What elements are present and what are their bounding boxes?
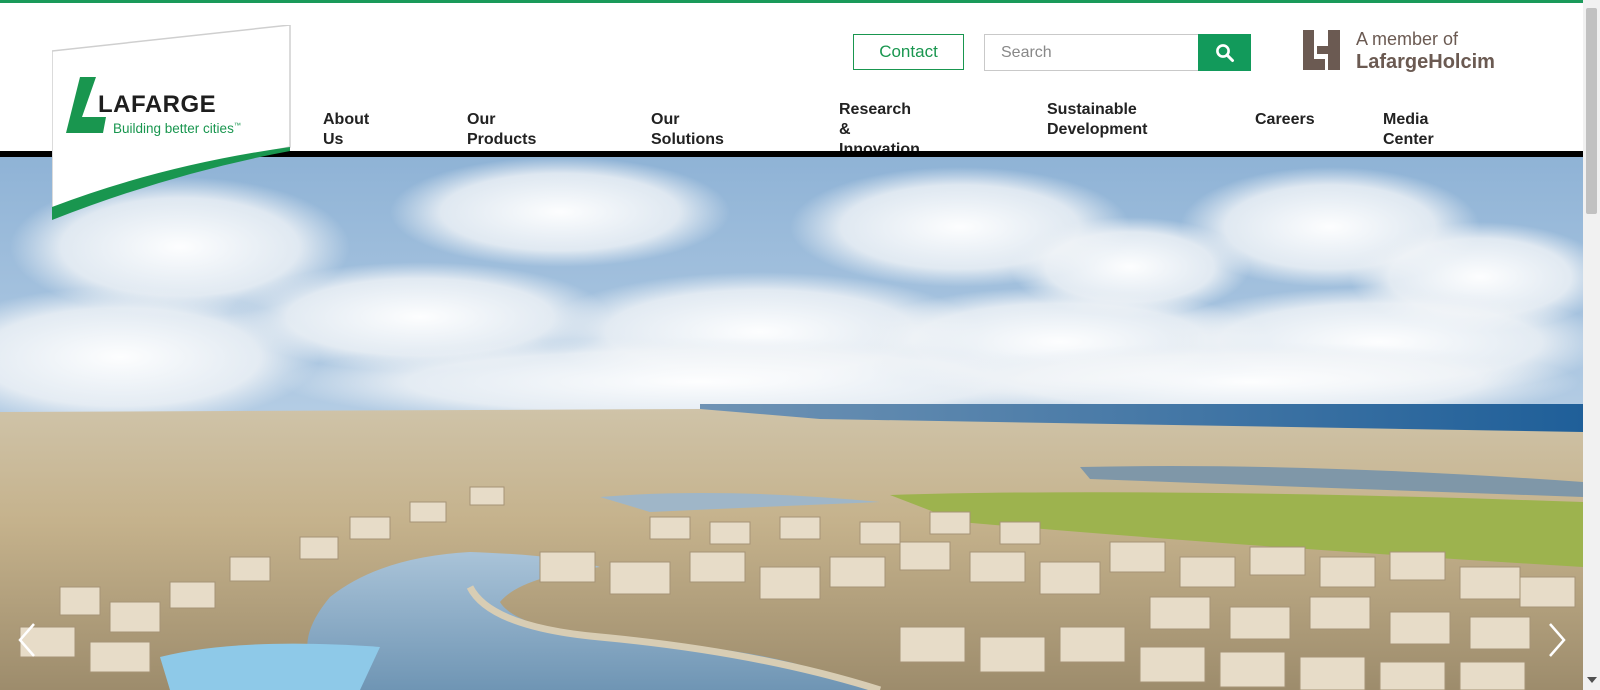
nav-our-solutions[interactable]: Our Solutions [651,110,724,150]
lafarge-logo[interactable]: LAFARGE Building better cities™ [52,25,292,222]
lafargeholcim-logo-icon [1303,30,1340,70]
hero-slider [0,157,1583,690]
chevron-right-icon [1549,623,1566,657]
slider-next-button[interactable] [1540,620,1574,660]
member-of-label: A member of [1356,29,1459,49]
logo-tagline: Building better cities™ [113,121,241,136]
nav-research-line1: Research & [839,101,912,138]
search-icon [1215,43,1234,62]
scroll-thumb[interactable] [1586,8,1597,214]
nav-sustainable-line1: Sustainable [1047,101,1137,118]
search-input[interactable] [984,34,1199,71]
nav-careers[interactable]: Careers [1255,110,1315,130]
nav-about-us[interactable]: About Us [323,110,369,150]
logo-tagline-text: Building better cities [113,121,234,136]
nav-our-products[interactable]: Our Products [467,110,536,150]
logo-wordmark: LAFARGE [98,91,217,118]
search-button[interactable] [1198,34,1251,71]
slider-prev-button[interactable] [10,620,44,660]
nav-sustainable-development[interactable]: Sustainable Development [1047,100,1147,140]
lafargeholcim-name: LafargeHolcim [1356,51,1495,73]
page-scrollbar[interactable] [1583,0,1600,690]
hero-image [0,157,1583,690]
contact-button[interactable]: Contact [853,34,964,70]
scroll-down-arrow-icon[interactable] [1587,677,1597,683]
chevron-left-icon [18,623,35,657]
nav-media-center[interactable]: Media Center [1383,110,1434,150]
nav-sustainable-line2: Development [1047,121,1148,138]
logo-tm: ™ [233,122,241,130]
